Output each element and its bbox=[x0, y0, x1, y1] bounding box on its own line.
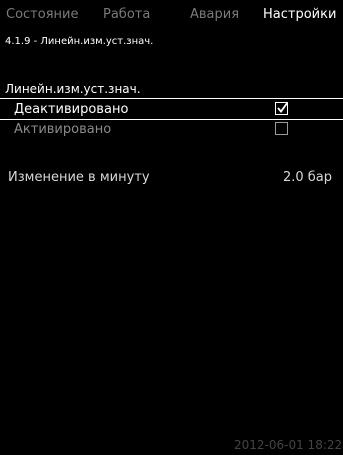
tab-alarm[interactable]: Авария bbox=[190, 7, 239, 23]
parameter-row-change-per-minute[interactable]: Изменение в минуту 2.0 бар bbox=[0, 170, 343, 190]
tab-settings[interactable]: Настройки bbox=[263, 7, 336, 23]
option-activated-label: Активировано bbox=[14, 122, 112, 137]
checkmark-icon bbox=[277, 101, 289, 113]
option-activated[interactable]: Активировано bbox=[0, 120, 343, 140]
option-deactivated-label: Деактивировано bbox=[14, 102, 129, 117]
breadcrumb: 4.1.9 - Линейн.изм.уст.знач. bbox=[5, 36, 154, 47]
checkbox-activated[interactable] bbox=[275, 122, 288, 135]
tab-status[interactable]: Состояние bbox=[6, 7, 78, 23]
checkbox-deactivated[interactable] bbox=[275, 101, 289, 115]
option-deactivated[interactable]: Деактивировано bbox=[0, 100, 343, 120]
parameter-label: Изменение в минуту bbox=[8, 170, 150, 185]
section-title: Линейн.изм.уст.знач. bbox=[5, 82, 141, 96]
parameter-value: 2.0 бар bbox=[282, 170, 332, 185]
tab-bar: Состояние Работа Авария Настройки bbox=[0, 0, 343, 30]
tab-operation[interactable]: Работа bbox=[103, 7, 150, 23]
section-divider bbox=[0, 98, 343, 99]
timestamp: 2012-06-01 18:22 bbox=[234, 438, 343, 452]
